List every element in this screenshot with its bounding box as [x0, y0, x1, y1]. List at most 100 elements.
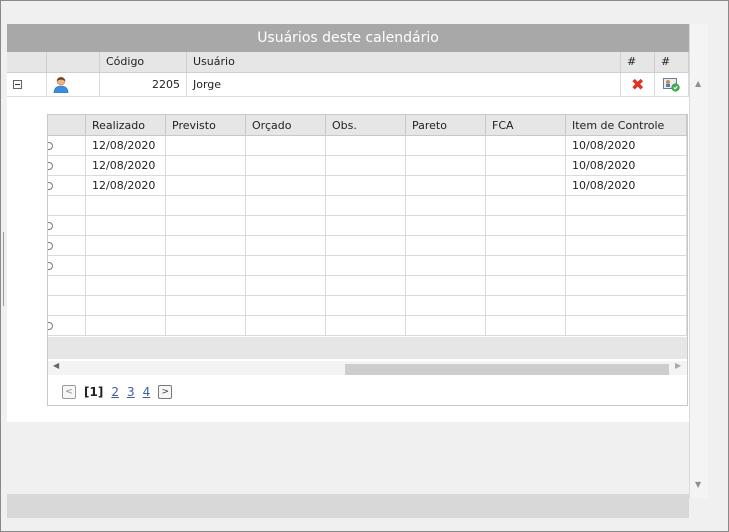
item-controle-cell	[566, 216, 687, 236]
item-controle-cell	[566, 316, 687, 336]
realizado-column-header[interactable]: Realizado	[86, 115, 166, 136]
row-marker-cell	[48, 216, 86, 236]
item-controle-cell	[566, 296, 687, 316]
prev-page-button[interactable]: <	[62, 385, 76, 399]
page-link-4[interactable]: 4	[143, 385, 151, 399]
table-cell	[246, 216, 326, 236]
table-cell	[326, 316, 406, 336]
table-cell	[406, 196, 486, 216]
row-marker-cell	[48, 236, 86, 256]
scroll-down-icon[interactable]: ▼	[695, 480, 701, 489]
delete-cell: ✖	[621, 73, 655, 97]
table-cell	[326, 296, 406, 316]
codigo-cell: 2205	[100, 73, 187, 97]
realizado-cell	[86, 196, 166, 216]
fca-column-header[interactable]: FCA	[486, 115, 566, 136]
table-cell	[166, 136, 246, 156]
table-cell	[406, 296, 486, 316]
scroll-left-icon[interactable]: ◀	[53, 361, 59, 370]
table-cell	[166, 276, 246, 296]
horizontal-scrollbar[interactable]: ◀ ▶	[48, 361, 687, 375]
table-cell	[406, 176, 486, 196]
row-marker-cell	[48, 296, 86, 316]
obs-column-header[interactable]: Obs.	[326, 115, 406, 136]
item-controle-cell: 10/08/2020	[566, 176, 687, 196]
item-controle-column-header[interactable]: Item de Controle	[566, 115, 687, 136]
item-controle-cell	[566, 196, 687, 216]
realizado-cell	[86, 296, 166, 316]
realizado-cell: 12/08/2020	[86, 156, 166, 176]
vertical-scrollbar[interactable]: ▲ ▼	[689, 24, 708, 498]
table-cell	[326, 256, 406, 276]
table-cell	[486, 256, 566, 276]
scroll-right-icon[interactable]: ▶	[675, 361, 681, 370]
delete-column-header: #	[621, 52, 655, 73]
next-page-button[interactable]: >	[158, 385, 173, 399]
row-marker-cell	[48, 256, 86, 276]
delete-x-icon[interactable]: ✖	[631, 76, 644, 94]
row-marker-icon	[48, 162, 53, 170]
row-marker-icon	[48, 322, 53, 330]
table-cell	[246, 236, 326, 256]
realizado-cell	[86, 236, 166, 256]
table-cell	[246, 176, 326, 196]
row-marker-cell	[48, 196, 86, 216]
table-cell	[326, 196, 406, 216]
row-marker-icon	[48, 242, 53, 250]
user-avatar-icon	[53, 76, 69, 93]
permission-column-header: #	[655, 52, 689, 73]
item-controle-cell	[566, 276, 687, 296]
scrollbar-thumb[interactable]	[345, 364, 669, 375]
table-cell	[326, 136, 406, 156]
table-cell	[406, 156, 486, 176]
orcado-column-header[interactable]: Orçado	[246, 115, 326, 136]
realizado-cell	[86, 256, 166, 276]
row-marker-icon	[48, 142, 53, 150]
table-cell	[326, 276, 406, 296]
table-cell	[486, 216, 566, 236]
usuario-column-header[interactable]: Usuário	[187, 52, 621, 73]
item-controle-cell: 10/08/2020	[566, 156, 687, 176]
collapse-toggle-icon[interactable]	[13, 80, 22, 89]
table-cell	[486, 136, 566, 156]
table-cell	[166, 296, 246, 316]
user-icon-cell	[47, 73, 100, 97]
table-cell	[166, 316, 246, 336]
pager: < [1] 2 3 4 >	[62, 383, 173, 401]
table-cell	[326, 236, 406, 256]
table-cell	[406, 256, 486, 276]
table-cell	[486, 276, 566, 296]
item-controle-cell	[566, 236, 687, 256]
item-controle-cell	[566, 256, 687, 276]
page-link-2[interactable]: 2	[111, 385, 119, 399]
table-cell	[326, 216, 406, 236]
table-cell	[406, 316, 486, 336]
expand-cell	[7, 73, 47, 97]
scroll-up-icon[interactable]: ▲	[695, 79, 701, 88]
row-marker-icon	[48, 222, 53, 230]
row-marker-cell	[48, 276, 86, 296]
bottom-status-bar	[7, 494, 689, 518]
row-marker-cell	[48, 316, 86, 336]
table-cell	[246, 256, 326, 276]
page-link-3[interactable]: 3	[127, 385, 135, 399]
table-cell	[406, 276, 486, 296]
table-cell	[406, 136, 486, 156]
realizado-cell	[86, 276, 166, 296]
table-cell	[166, 156, 246, 176]
user-permission-icon[interactable]	[663, 78, 680, 92]
table-cell	[166, 236, 246, 256]
realizado-cell	[86, 316, 166, 336]
table-cell	[486, 236, 566, 256]
previsto-column-header[interactable]: Previsto	[166, 115, 246, 136]
codigo-column-header[interactable]: Código	[100, 52, 187, 73]
row-marker-icon	[48, 262, 53, 270]
table-cell	[246, 276, 326, 296]
pareto-column-header[interactable]: Pareto	[406, 115, 486, 136]
table-cell	[486, 316, 566, 336]
permission-cell	[655, 73, 689, 97]
table-cell	[246, 196, 326, 216]
table-cell	[246, 156, 326, 176]
table-cell	[246, 296, 326, 316]
item-controle-cell: 10/08/2020	[566, 136, 687, 156]
